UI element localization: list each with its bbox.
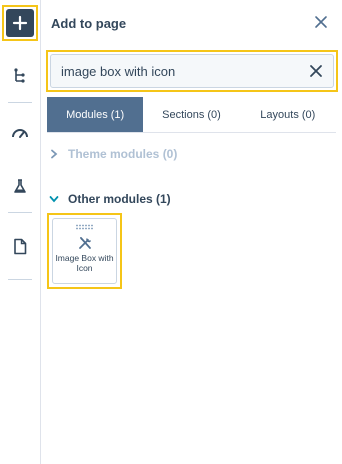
gauge-icon	[12, 129, 28, 138]
add-button[interactable]	[2, 5, 38, 41]
other-modules-label: Other modules (1)	[68, 192, 171, 206]
search-value[interactable]: image box with icon	[61, 64, 309, 79]
close-icon[interactable]	[314, 15, 328, 29]
structure-button[interactable]	[4, 60, 36, 92]
drag-handle-icon[interactable]	[75, 224, 95, 230]
rail-divider	[8, 279, 32, 280]
tree-icon	[14, 68, 25, 83]
clear-search-icon[interactable]	[309, 64, 323, 78]
chevron-down-icon	[49, 196, 59, 203]
rail-divider	[8, 212, 32, 213]
tab-sections[interactable]: Sections (0)	[143, 97, 239, 132]
panel-title: Add to page	[51, 16, 127, 31]
page-icon	[14, 238, 27, 254]
add-to-page-panel: Add to page image box with icon Modules …	[41, 0, 342, 464]
theme-modules-label: Theme modules (0)	[68, 147, 178, 161]
tools-icon	[78, 237, 91, 249]
page-settings-button[interactable]	[4, 230, 36, 262]
other-modules-toggle[interactable]: Other modules (1)	[49, 192, 171, 206]
search-highlight: image box with icon	[46, 50, 338, 92]
chevron-right-icon	[51, 149, 58, 159]
test-button[interactable]	[4, 170, 36, 202]
tab-layouts[interactable]: Layouts (0)	[240, 97, 336, 132]
add-icon	[6, 9, 34, 37]
flask-icon	[14, 179, 26, 193]
module-card-label: Image Box with Icon	[55, 253, 114, 273]
left-rail	[0, 0, 41, 464]
theme-modules-toggle[interactable]: Theme modules (0)	[49, 147, 177, 161]
tab-modules[interactable]: Modules (1)	[47, 97, 144, 132]
module-card-highlight: Image Box with Icon	[47, 213, 122, 289]
optimize-button[interactable]	[4, 117, 36, 149]
rail-divider	[8, 102, 32, 103]
tab-bar: Modules (1) Sections (0) Layouts (0)	[47, 97, 336, 133]
search-input[interactable]: image box with icon	[50, 54, 334, 88]
module-card[interactable]: Image Box with Icon	[52, 218, 117, 284]
